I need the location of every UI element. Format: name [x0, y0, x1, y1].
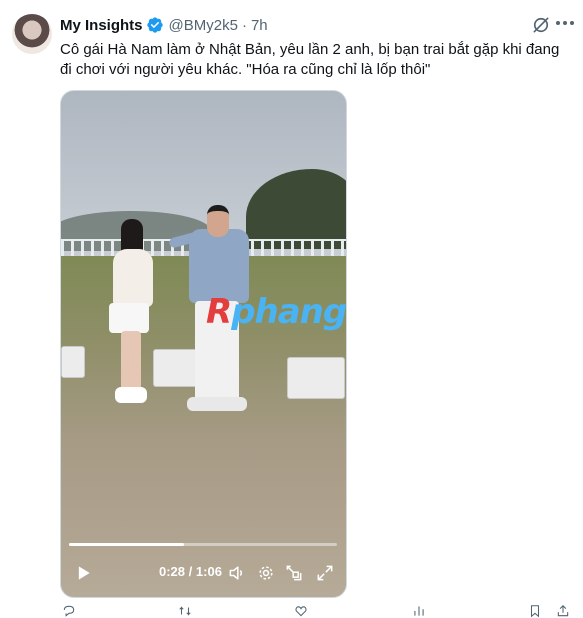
- video-time-readout: 0:28 / 1:06: [159, 564, 222, 579]
- video-duration: 1:06: [195, 564, 222, 579]
- tweet: My Insights @BMy2k5 · 7h Cô gái Hà Nam l…: [0, 0, 583, 618]
- handle[interactable]: @BMy2k5: [169, 17, 238, 34]
- watermark-text: phang: [231, 292, 347, 332]
- gear-icon[interactable]: [256, 563, 276, 583]
- video-frame-planter: [61, 346, 85, 378]
- video-frame-person-woman: [109, 219, 157, 409]
- tweet-text: Cô gái Hà Nam làm ở Nhật Bản, yêu lần 2 …: [60, 41, 560, 78]
- avatar[interactable]: [12, 14, 52, 54]
- picture-in-picture-icon[interactable]: [284, 563, 304, 583]
- verified-badge-icon: [146, 17, 163, 33]
- watermark-logo: Rphang: [206, 292, 347, 332]
- video-progress-bar[interactable]: [69, 543, 337, 546]
- more-icon[interactable]: [556, 21, 576, 29]
- volume-icon[interactable]: [227, 563, 247, 583]
- watermark-letter: R: [206, 292, 232, 332]
- tweet-header: My Insights @BMy2k5 · 7h: [60, 14, 268, 36]
- fullscreen-icon[interactable]: [315, 563, 335, 583]
- separator-dot: ·: [241, 16, 247, 34]
- play-icon[interactable]: [73, 563, 93, 583]
- video-frame-planter: [287, 357, 345, 399]
- video-time-separator: /: [188, 564, 193, 579]
- video-controls: 0:28 / 1:06: [61, 553, 346, 593]
- video-player[interactable]: 0:28 / 1:06: [60, 90, 347, 598]
- timestamp[interactable]: 7h: [251, 17, 268, 34]
- video-progress-fill: [69, 543, 185, 546]
- video-current-time: 0:28: [159, 564, 186, 579]
- grok-icon[interactable]: [531, 15, 551, 35]
- display-name[interactable]: My Insights: [60, 17, 143, 34]
